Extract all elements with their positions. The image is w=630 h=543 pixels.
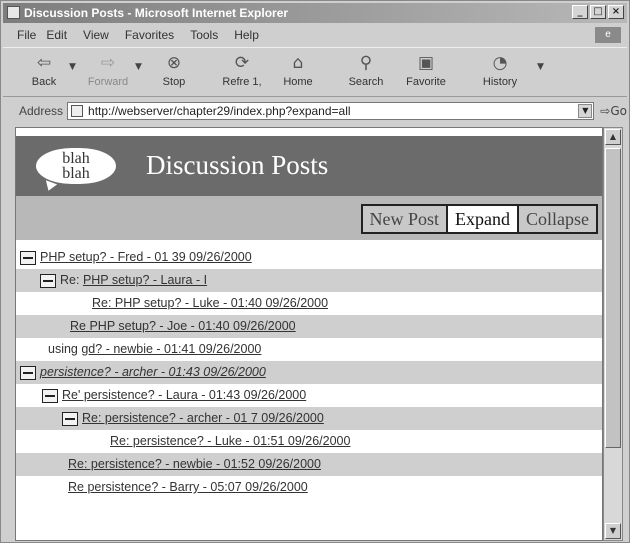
action-buttons: New Post Expand Collapse <box>360 204 598 234</box>
standard-toolbar: ⇦ Back ▼ ⇨ Forward ▼ ⊗ Stop ⟳ Refre 1, ⌂… <box>3 47 627 97</box>
title-bar: Discussion Posts - Microsoft Internet Ex… <box>3 3 627 23</box>
stop-icon: ⊗ <box>166 53 182 73</box>
ie-app-icon <box>7 6 20 19</box>
expand-button[interactable]: Expand <box>448 204 517 234</box>
menu-file[interactable]: File <box>17 28 36 42</box>
back-label: Back <box>31 76 57 88</box>
post-link[interactable]: Re: PHP setup? - Luke - 01:40 09/26/2000 <box>92 296 328 310</box>
post-thread: PHP setup? - Fred - 01 39 09/26/2000 Re:… <box>16 246 602 499</box>
back-arrow-icon: ⇦ <box>36 53 52 73</box>
post-row: Re: persistence? - archer - 01 7 09/26/2… <box>16 407 602 430</box>
post-link[interactable]: Re PHP setup? - Joe - 01:40 09/26/2000 <box>70 319 296 333</box>
collapse-toggle-icon[interactable] <box>62 411 78 426</box>
address-input[interactable]: http://webserver/chapter29/index.php?exp… <box>67 102 595 120</box>
go-label: Go <box>610 104 627 118</box>
maximize-button[interactable]: □ <box>590 5 606 19</box>
collapse-toggle-icon[interactable] <box>42 388 58 403</box>
address-dropdown-icon[interactable]: ▼ <box>578 104 593 118</box>
post-row: Re: persistence? - newbie - 01:52 09/26/… <box>16 453 602 476</box>
search-icon: ⚲ <box>359 53 373 73</box>
menu-edit[interactable]: Edit <box>46 28 67 42</box>
menu-help[interactable]: Help <box>234 28 259 42</box>
post-prefix: Re: <box>60 273 83 287</box>
scroll-thumb[interactable] <box>605 148 621 448</box>
history-label: History <box>482 76 518 88</box>
home-label: Home <box>283 76 313 88</box>
stop-label: Stop <box>162 76 186 88</box>
forward-label: Forward <box>87 76 129 88</box>
post-link[interactable]: gd? - newbie - 01:41 09/26/2000 <box>81 342 261 356</box>
address-url: http://webserver/chapter29/index.php?exp… <box>88 104 351 118</box>
page-content: blah blah Discussion Posts New Post Expa… <box>15 127 603 541</box>
stop-button[interactable]: ⊗ Stop <box>147 50 201 96</box>
scroll-down-icon[interactable]: ▼ <box>605 523 621 539</box>
ie-throbber-icon: e <box>595 27 621 43</box>
menu-view[interactable]: View <box>83 28 109 42</box>
page-icon <box>71 105 84 117</box>
minimize-button[interactable]: _ <box>572 5 588 19</box>
refresh-label: Refre 1, <box>222 76 262 88</box>
home-button[interactable]: ⌂ Home <box>271 50 325 96</box>
post-link[interactable]: Re persistence? - Barry - 05:07 09/26/20… <box>68 480 308 494</box>
history-dropdown-icon[interactable]: ▼ <box>537 62 544 72</box>
forward-button[interactable]: ⇨ Forward <box>81 50 135 96</box>
window-title: Discussion Posts - Microsoft Internet Ex… <box>24 6 289 20</box>
favorites-button[interactable]: ▣ Favorite <box>399 50 453 96</box>
history-button[interactable]: ◔ History <box>473 50 527 96</box>
vertical-scrollbar[interactable]: ▲ ▼ <box>603 127 623 541</box>
blah-blah-logo: blah blah <box>36 148 116 184</box>
logo-line-1: blah <box>62 150 90 167</box>
collapse-toggle-icon[interactable] <box>20 365 36 380</box>
collapse-button[interactable]: Collapse <box>517 204 598 234</box>
forward-arrow-icon: ⇨ <box>100 53 116 73</box>
forward-dropdown-icon[interactable]: ▼ <box>135 62 142 72</box>
go-button[interactable]: ⇨Go <box>600 104 627 118</box>
post-row: using gd? - newbie - 01:41 09/26/2000 <box>16 338 602 361</box>
home-icon: ⌂ <box>292 53 304 73</box>
search-label: Search <box>348 76 384 88</box>
refresh-button[interactable]: ⟳ Refre 1, <box>215 50 269 96</box>
post-link[interactable]: Re: persistence? - archer - 01 7 09/26/2… <box>82 411 324 425</box>
window-controls: _ □ × <box>572 5 624 19</box>
browser-window: Discussion Posts - Microsoft Internet Ex… <box>0 0 630 543</box>
collapse-toggle-icon[interactable] <box>20 250 36 265</box>
post-row: PHP setup? - Fred - 01 39 09/26/2000 <box>16 246 602 269</box>
close-button[interactable]: × <box>608 5 624 19</box>
favorites-icon: ▣ <box>417 53 435 73</box>
post-link[interactable]: Re' persistence? - Laura - 01:43 09/26/2… <box>62 388 306 402</box>
post-link[interactable]: PHP setup? - Fred - 01 39 09/26/2000 <box>40 250 252 264</box>
page-header: blah blah Discussion Posts <box>16 136 602 196</box>
post-link[interactable]: Re: persistence? - Luke - 01:51 09/26/20… <box>110 434 350 448</box>
menu-bar: File Edit View Favorites Tools Help e <box>3 25 627 45</box>
post-row: Re PHP setup? - Joe - 01:40 09/26/2000 <box>16 315 602 338</box>
scroll-up-icon[interactable]: ▲ <box>605 129 621 145</box>
back-dropdown-icon[interactable]: ▼ <box>69 62 76 72</box>
favorites-label: Favorite <box>406 76 446 88</box>
post-link[interactable]: PHP setup? - Laura - I <box>83 273 207 287</box>
post-row: Re: PHP setup? - Luke - 01:40 09/26/2000 <box>16 292 602 315</box>
address-label: Address <box>19 104 64 118</box>
page-title: Discussion Posts <box>146 150 329 180</box>
new-post-button[interactable]: New Post <box>360 204 449 234</box>
post-row: Re: persistence? - Luke - 01:51 09/26/20… <box>16 430 602 453</box>
history-icon: ◔ <box>492 53 508 73</box>
menu-tools[interactable]: Tools <box>190 28 218 42</box>
search-button[interactable]: ⚲ Search <box>339 50 393 96</box>
post-prefix: using <box>48 342 82 356</box>
menu-favorites[interactable]: Favorites <box>125 28 174 42</box>
post-link[interactable]: Re: persistence? - newbie - 01:52 09/26/… <box>68 457 321 471</box>
action-bar: New Post Expand Collapse <box>16 196 602 240</box>
post-row: Re' persistence? - Laura - 01:43 09/26/2… <box>16 384 602 407</box>
logo-line-2: blah <box>62 165 90 182</box>
back-button[interactable]: ⇦ Back <box>17 50 71 96</box>
post-row: persistence? - archer - 01:43 09/26/2000 <box>16 361 602 384</box>
post-row: Re: PHP setup? - Laura - I <box>16 269 602 292</box>
post-row: Re persistence? - Barry - 05:07 09/26/20… <box>16 476 602 499</box>
post-link[interactable]: persistence? - archer - 01:43 09/26/2000 <box>40 365 266 379</box>
collapse-toggle-icon[interactable] <box>40 273 56 288</box>
address-bar: Address http://webserver/chapter29/index… <box>3 99 627 123</box>
refresh-icon: ⟳ <box>234 53 250 73</box>
